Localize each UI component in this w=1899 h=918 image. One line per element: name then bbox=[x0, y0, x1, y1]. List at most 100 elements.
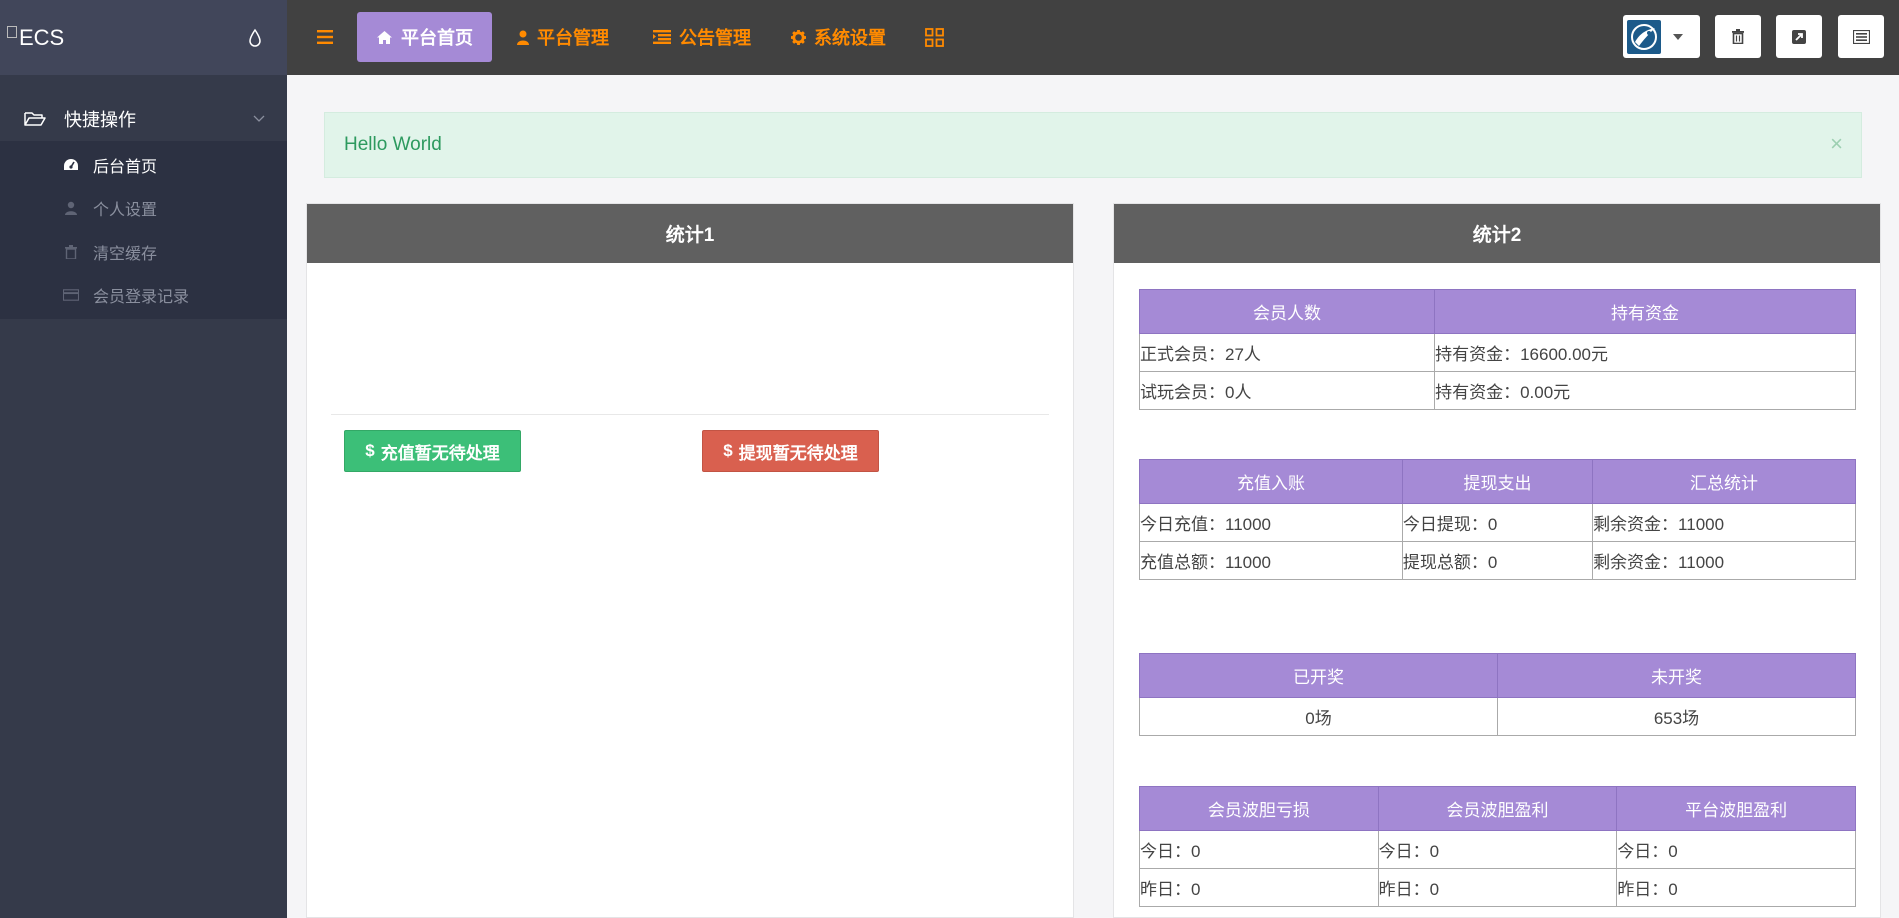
avatar bbox=[1627, 19, 1661, 54]
card-icon bbox=[63, 287, 79, 303]
theme-drop-icon[interactable] bbox=[247, 28, 263, 48]
nav-label: 平台首页 bbox=[401, 28, 473, 48]
table-row: 正式会员：27人 持有资金：16600.00元 bbox=[1138, 333, 1856, 372]
table-cell: 提现总额：0 bbox=[1401, 541, 1594, 580]
column-header: 平台波胆盈利 bbox=[1616, 786, 1856, 831]
external-link-icon bbox=[1792, 29, 1806, 44]
table-cell: 剩余资金：11000 bbox=[1592, 503, 1856, 542]
table-cell: 今日：0 bbox=[1377, 830, 1618, 869]
draw-table: 已开奖 未开奖 0场 653场 bbox=[1139, 653, 1856, 736]
broken-image-icon bbox=[7, 25, 17, 38]
table-header-row: 充值入账 提现支出 汇总统计 bbox=[1139, 459, 1856, 504]
sidebar-item-profile[interactable]: 个人设置 bbox=[0, 187, 287, 231]
column-header: 汇总统计 bbox=[1592, 459, 1856, 504]
logo-bar: ECS bbox=[0, 0, 287, 75]
list-icon bbox=[653, 30, 671, 44]
column-header: 充值入账 bbox=[1139, 459, 1403, 504]
sidebar-item-label: 个人设置 bbox=[93, 202, 158, 220]
settings-panel-button[interactable] bbox=[1838, 15, 1884, 58]
trash-icon bbox=[1732, 29, 1744, 44]
table-cell: 试玩会员：0人 bbox=[1138, 371, 1436, 410]
apps-grid-button[interactable] bbox=[925, 12, 944, 62]
table-row: 试玩会员：0人 持有资金：0.00元 bbox=[1138, 371, 1856, 410]
table-row: 今日充值：11000 今日提现：0 剩余资金：11000 bbox=[1139, 503, 1856, 542]
menu-group-header[interactable]: 快捷操作 bbox=[0, 97, 287, 141]
column-header: 会员波胆盈利 bbox=[1377, 786, 1618, 831]
bets-table: 会员波胆亏损 会员波胆盈利 平台波胆盈利 今日：0 今日：0 今日：0 昨日：0… bbox=[1139, 786, 1856, 907]
user-icon bbox=[63, 200, 79, 216]
recharge-pending-button[interactable]: $ 充值暂无待处理 bbox=[344, 430, 521, 472]
panel-title: 统计2 bbox=[1114, 204, 1880, 263]
tab-platform-home[interactable]: 平台首页 bbox=[357, 12, 492, 62]
table-cell: 今日：0 bbox=[1139, 830, 1379, 869]
dollar-icon: $ bbox=[723, 441, 733, 460]
stats-panel-2: 统计2 会员人数 持有资金 正式会员：27人 持有资金：16600.00元 试玩… bbox=[1113, 203, 1881, 918]
tab-announcement[interactable]: 公告管理 bbox=[653, 12, 751, 62]
table-row: 昨日：0 昨日：0 昨日：0 bbox=[1139, 868, 1856, 907]
panel-title: 统计1 bbox=[307, 204, 1073, 263]
table-cell: 0场 bbox=[1139, 697, 1498, 736]
table-cell: 今日提现：0 bbox=[1401, 503, 1594, 542]
menu-group-quick: 快捷操作 后台首页 个人设置 清空缓存 会员登录记录 bbox=[0, 97, 287, 319]
topbar: 平台首页 平台管理 公告管理 系统设置 bbox=[287, 0, 1899, 75]
table-cell: 昨日：0 bbox=[1616, 868, 1856, 907]
table-row: 0场 653场 bbox=[1139, 697, 1856, 736]
logo[interactable]: ECS bbox=[7, 25, 64, 51]
table-cell: 剩余资金：11000 bbox=[1592, 541, 1856, 580]
column-header: 会员波胆亏损 bbox=[1139, 786, 1379, 831]
button-label: 充值暂无待处理 bbox=[380, 443, 500, 463]
close-icon[interactable]: × bbox=[1830, 131, 1843, 157]
nav-label: 公告管理 bbox=[679, 28, 751, 48]
hamburger-icon bbox=[317, 30, 333, 44]
grid-icon bbox=[925, 27, 944, 47]
table-cell: 653场 bbox=[1497, 697, 1856, 736]
table-header-row: 已开奖 未开奖 bbox=[1139, 653, 1856, 698]
dollar-icon: $ bbox=[365, 441, 375, 460]
table-header-row: 会员波胆亏损 会员波胆盈利 平台波胆盈利 bbox=[1139, 786, 1856, 831]
user-menu-button[interactable] bbox=[1623, 15, 1700, 58]
divider bbox=[331, 414, 1049, 415]
stats-panel-1: 统计1 $ 充值暂无待处理 $ 提现暂无待处理 bbox=[306, 203, 1074, 918]
table-cell: 持有资金：16600.00元 bbox=[1434, 333, 1856, 372]
caret-down-icon bbox=[1673, 33, 1683, 40]
table-cell: 今日：0 bbox=[1616, 830, 1856, 869]
sidebar-toggle-button[interactable] bbox=[317, 12, 333, 62]
sidebar-item-label: 会员登录记录 bbox=[93, 289, 190, 307]
trash-icon bbox=[63, 244, 79, 260]
sidebar: ECS 快捷操作 后台首页 个人设置 清空缓存 会员登录记录 bbox=[0, 0, 287, 918]
nav-label: 平台管理 bbox=[537, 28, 609, 48]
clear-button[interactable] bbox=[1715, 15, 1761, 58]
column-header: 未开奖 bbox=[1497, 653, 1856, 698]
dashboard-icon bbox=[63, 157, 79, 173]
table-cell: 持有资金：0.00元 bbox=[1434, 371, 1856, 410]
alert-banner: Hello World × bbox=[324, 112, 1862, 178]
chevron-down-icon bbox=[253, 115, 265, 122]
home-icon bbox=[376, 30, 393, 45]
column-header: 会员人数 bbox=[1138, 289, 1436, 334]
sidebar-item-clear-cache[interactable]: 清空缓存 bbox=[0, 230, 287, 274]
menu-group-label: 快捷操作 bbox=[64, 110, 136, 130]
tab-platform-manage[interactable]: 平台管理 bbox=[517, 12, 609, 62]
submenu: 后台首页 个人设置 清空缓存 会员登录记录 bbox=[0, 141, 287, 319]
members-table: 会员人数 持有资金 正式会员：27人 持有资金：16600.00元 试玩会员：0… bbox=[1138, 289, 1856, 410]
sliders-icon bbox=[1852, 29, 1870, 44]
logo-text: ECS bbox=[19, 24, 65, 50]
table-cell: 昨日：0 bbox=[1139, 868, 1379, 907]
column-header: 已开奖 bbox=[1139, 653, 1498, 698]
table-cell: 充值总额：11000 bbox=[1139, 541, 1403, 580]
sidebar-item-dashboard[interactable]: 后台首页 bbox=[0, 143, 287, 187]
withdraw-pending-button[interactable]: $ 提现暂无待处理 bbox=[702, 430, 879, 472]
nav-label: 系统设置 bbox=[814, 28, 886, 48]
external-link-button[interactable] bbox=[1776, 15, 1822, 58]
folder-open-icon bbox=[24, 112, 46, 126]
column-header: 提现支出 bbox=[1401, 459, 1594, 504]
alert-text: Hello World bbox=[344, 134, 442, 155]
column-header: 持有资金 bbox=[1434, 289, 1856, 334]
tab-system-settings[interactable]: 系统设置 bbox=[791, 12, 886, 62]
sidebar-item-login-log[interactable]: 会员登录记录 bbox=[0, 274, 287, 318]
sidebar-item-label: 清空缓存 bbox=[93, 245, 158, 263]
table-cell: 正式会员：27人 bbox=[1138, 333, 1436, 372]
sidebar-item-label: 后台首页 bbox=[93, 158, 158, 176]
table-header-row: 会员人数 持有资金 bbox=[1138, 289, 1856, 334]
user-icon bbox=[517, 30, 529, 45]
